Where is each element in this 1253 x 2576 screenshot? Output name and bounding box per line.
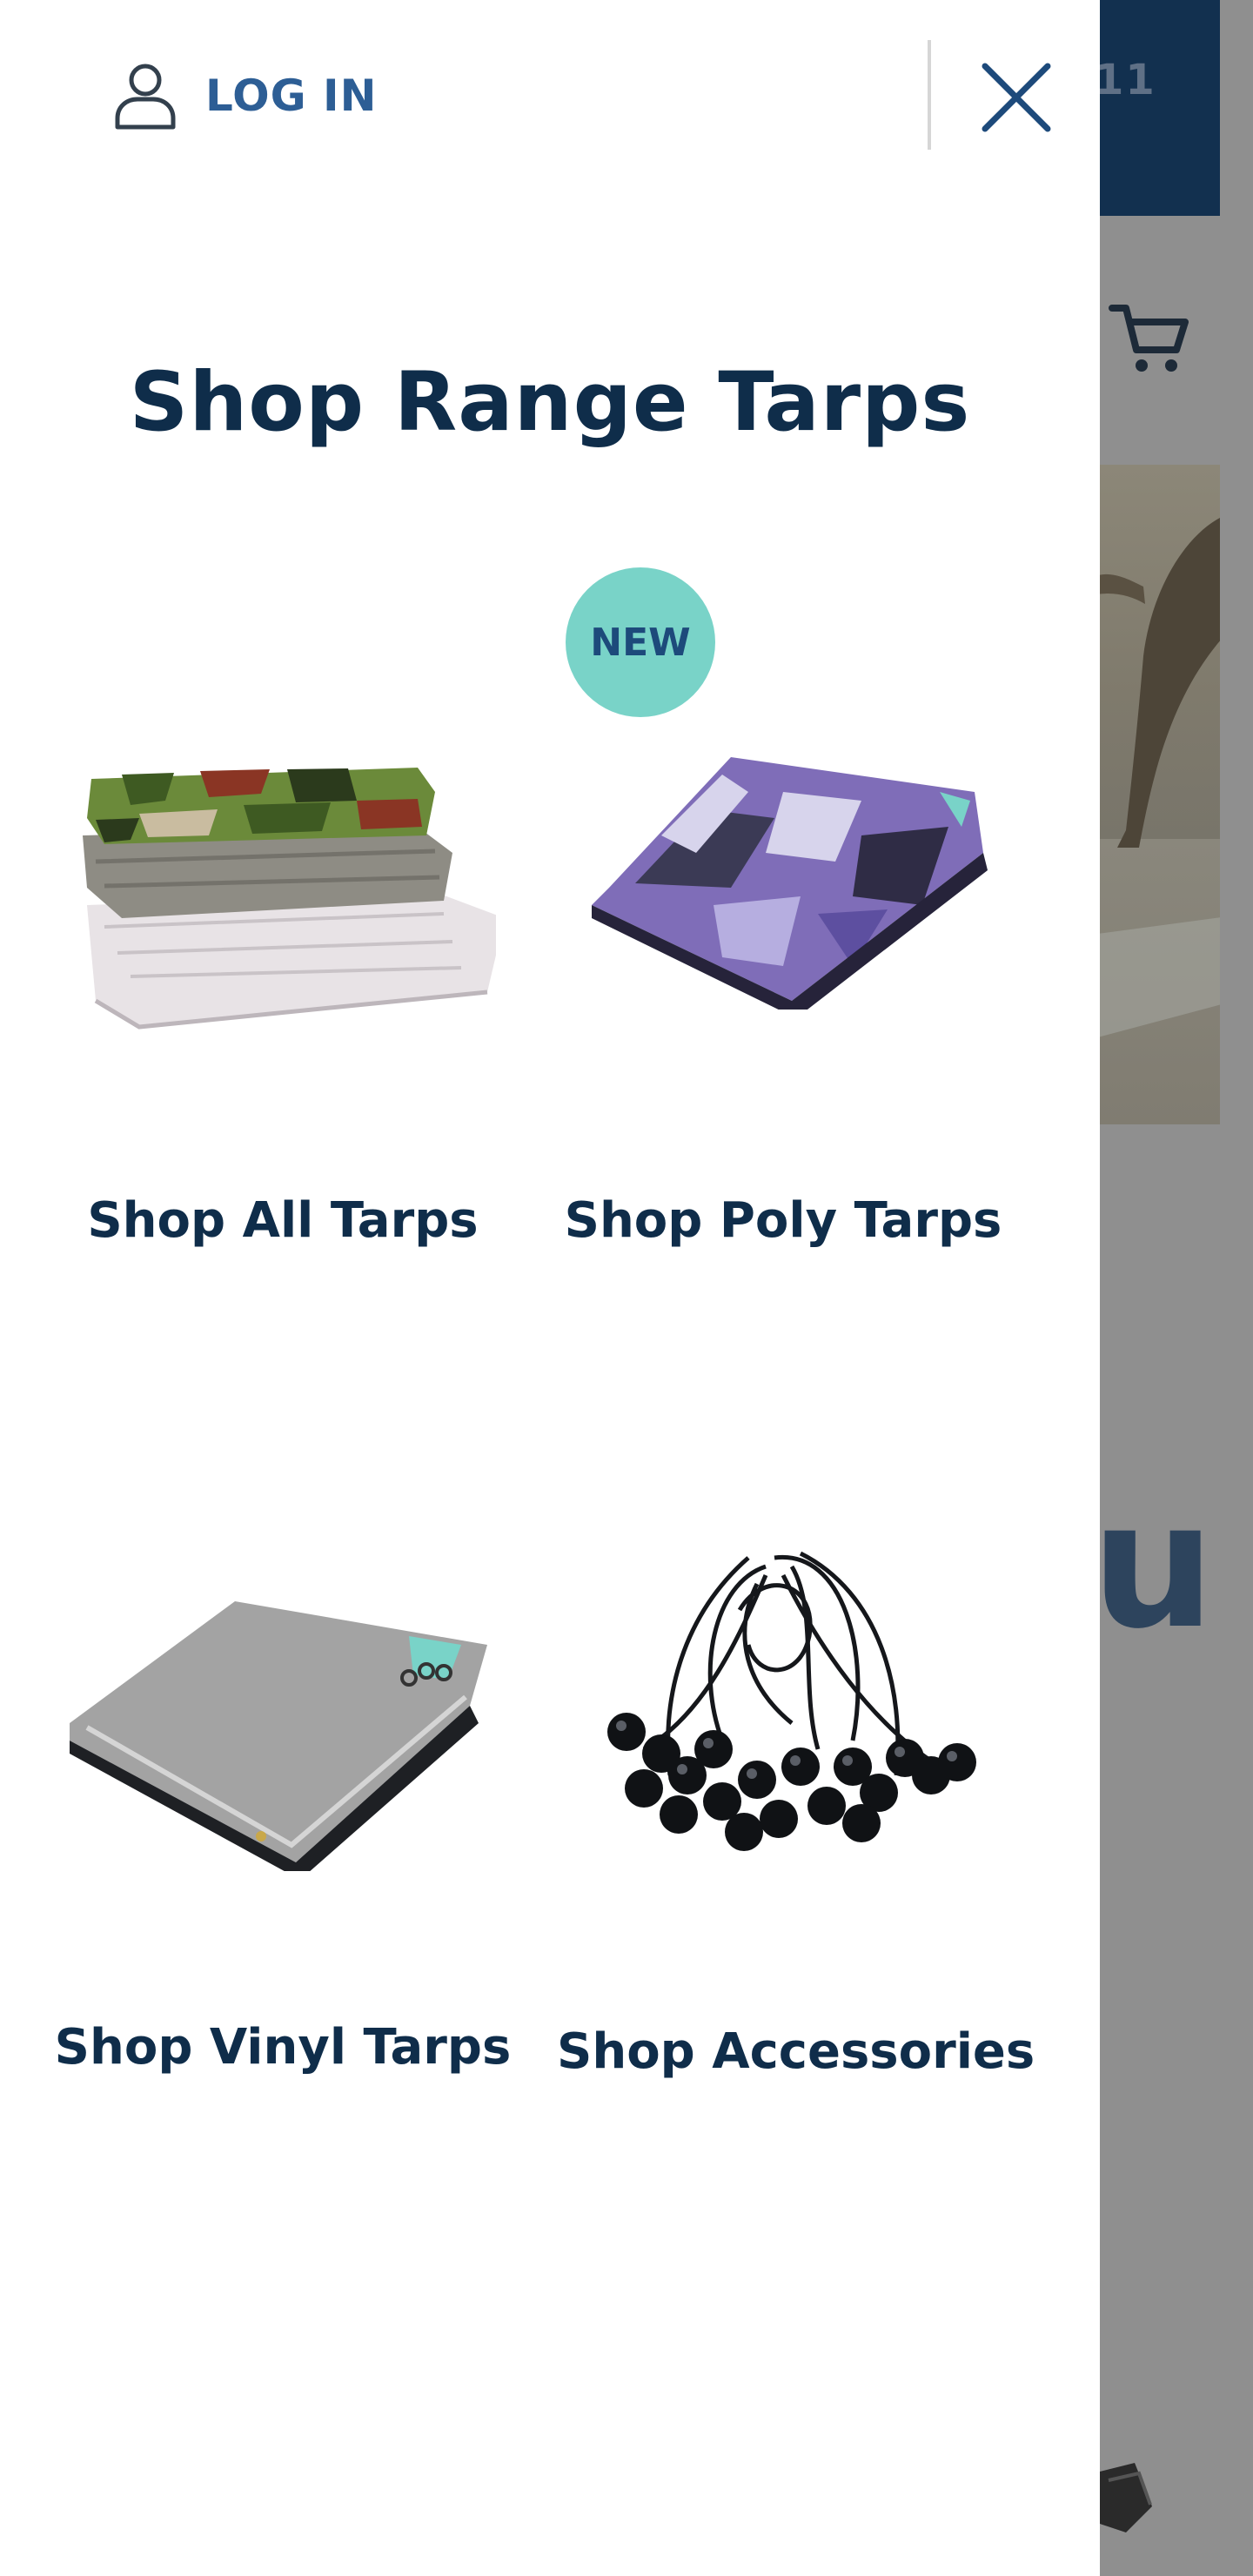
shop-menu-drawer: LOG IN Shop Range Tarps Shop All Tarps S… xyxy=(0,0,1100,2576)
new-badge: NEW xyxy=(566,567,715,717)
background-heading-text: u xyxy=(1100,1465,1216,1667)
camo-poly-tarp-image xyxy=(592,757,988,1010)
header-divider xyxy=(928,40,931,150)
background-header-text: 11 xyxy=(1100,56,1156,104)
shop-accessories-label: Shop Accessories xyxy=(557,2023,1035,2080)
login-label: LOG IN xyxy=(205,70,378,121)
background-header-bar: 11 xyxy=(1100,0,1220,216)
background-product-image xyxy=(1100,2463,1152,2532)
shop-vinyl-tarps-label: Shop Vinyl Tarps xyxy=(54,2019,512,2076)
background-page: 11 u xyxy=(1100,0,1253,2576)
stacked-tarps-image xyxy=(83,768,496,1030)
login-link[interactable]: LOG IN xyxy=(113,61,377,131)
close-icon xyxy=(982,63,1051,132)
drawer-title: Shop Range Tarps xyxy=(129,355,971,450)
cart-icon xyxy=(1109,305,1189,372)
shop-poly-tarps-label: Shop Poly Tarps xyxy=(564,1192,1002,1249)
ball-bungees-image xyxy=(607,1551,976,1851)
grey-vinyl-tarp-image xyxy=(70,1601,487,1871)
background-hero-photo xyxy=(1100,465,1220,1124)
shop-poly-tarps-card[interactable]: Shop Poly Tarps xyxy=(557,740,1009,1279)
shop-accessories-card[interactable]: Shop Accessories xyxy=(557,1497,1035,2097)
shop-all-tarps-label: Shop All Tarps xyxy=(87,1192,479,1249)
shop-all-tarps-card[interactable]: Shop All Tarps xyxy=(52,740,513,1279)
user-icon xyxy=(115,64,176,130)
shop-vinyl-tarps-card[interactable]: Shop Vinyl Tarps xyxy=(52,1558,513,2097)
close-button[interactable] xyxy=(976,57,1056,138)
